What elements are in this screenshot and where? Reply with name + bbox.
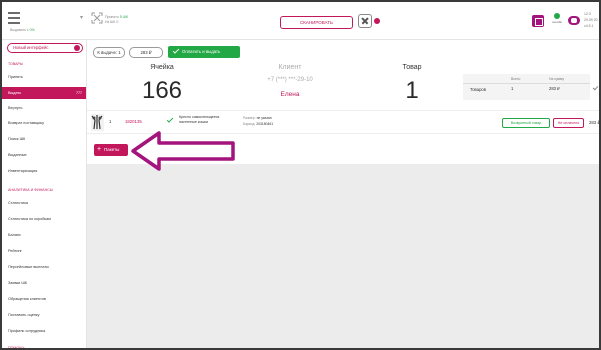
hamburger-menu-icon[interactable] (8, 12, 22, 24)
row-barcode-label: Баркод: (243, 122, 256, 126)
row-size: Размер: не указан (243, 116, 272, 120)
topbar-subtitle-value: 0% (29, 28, 35, 32)
scanner-icon (91, 12, 103, 24)
packages-button[interactable]: + Пакеты (94, 144, 128, 156)
total-sum-chip[interactable]: 283 ₽ (129, 47, 163, 58)
client-label: Клиент (278, 64, 302, 71)
sidebar-item-issued[interactable]: Выданные (8, 153, 27, 157)
sidebar-item-return[interactable]: Вернуть (8, 106, 22, 110)
row-barcode-value: 203180461 (256, 122, 274, 126)
to-issue-chip[interactable]: К выдаче: 1 (93, 47, 125, 58)
online-label: онлайн (551, 20, 563, 24)
cell-value: 166 (141, 77, 183, 104)
chevron-down-icon[interactable]: ▾ (80, 14, 83, 21)
topbar-subtitle: Выдавать с 0% (10, 28, 35, 32)
summary-divider (463, 83, 590, 84)
info-icon (74, 45, 80, 51)
product-thumbnail (91, 114, 104, 131)
client-phone: +7 (***) ***-29-10 (267, 77, 313, 83)
version-text: v4.5.1 (584, 24, 594, 28)
notification-dot (374, 18, 380, 24)
stat-accepted-value: 5 ШК (119, 15, 128, 19)
sidebar-section-analytics: Аналитика и финансы (8, 188, 53, 192)
stat-from-barcodes-label: Из ШК (105, 20, 116, 24)
stat-from-barcodes: Из ШК 0 (105, 20, 118, 24)
stat-accepted: Принято 5 ШК (105, 15, 128, 19)
summary-sum-value: 283 ₽ (549, 86, 560, 91)
sidebar-item-issue-badge: 777 (76, 91, 82, 95)
cell-label: Ячейка (150, 64, 174, 71)
main-area: К выдаче: 1 283 ₽ Оплатить и выдать Ячей… (87, 40, 601, 348)
new-interface-button[interactable]: Новый интерфейс (7, 43, 83, 53)
sidebar-item-accept[interactable]: Принять (8, 75, 23, 79)
sidebar-item-barcode-search[interactable]: Поиск ШК (8, 137, 25, 141)
goods-count-value: 1 (405, 77, 419, 104)
annotation-arrow (131, 131, 235, 171)
sidebar-item-profile[interactable]: Профиль сотрудника (8, 329, 45, 333)
new-interface-label: Новый интерфейс (13, 45, 49, 50)
sidebar-section-goods: Товары (8, 62, 24, 66)
goods-label: Товар (402, 64, 422, 71)
sidebar-item-balance[interactable]: Баланс (8, 233, 21, 237)
row-item-name: Кресло самоклеющееся настенные кошки (179, 115, 220, 124)
sidebar-item-rate[interactable]: Поставить оценку (8, 313, 40, 317)
summary-head-sum: На сумму (549, 77, 565, 81)
sidebar-item-issue[interactable]: Выдать 777 (2, 87, 86, 99)
row-index: 1 (109, 119, 112, 124)
plus-icon: + (97, 146, 102, 153)
sidebar-item-inventory[interactable]: Инвентаризация (8, 169, 37, 173)
app-window: ▾ Выдавать с 0% Принято 5 ШК Из ШК 0 СКА… (0, 0, 601, 350)
sidebar-item-supplier-return[interactable]: Возврат поставщику (8, 121, 44, 125)
row-article[interactable]: 1820135 (125, 119, 142, 124)
return-item-button[interactable]: Возвратный товар (502, 118, 550, 128)
online-dot-icon (554, 13, 560, 19)
summary-head-total: Всего: (511, 77, 521, 81)
sidebar-item-rating[interactable]: Рейтинг (8, 249, 22, 253)
date-text: 29.09.20 (584, 18, 598, 22)
summary-total-value: 1 (511, 86, 514, 91)
online-status: онлайн (550, 13, 564, 24)
sidebar-item-payouts[interactable]: Персейловые выплаты (8, 265, 49, 269)
scan-button[interactable]: СКАНИРОВАТЬ (280, 16, 353, 29)
sidebar-item-customer-requests[interactable]: Обращения клиентов (8, 297, 46, 301)
packages-label: Пакеты (104, 147, 120, 152)
summary-check-icon (592, 84, 599, 91)
check-icon (172, 47, 180, 54)
sidebar-item-statistics[interactable]: Статистика (8, 201, 28, 205)
row-price: 283 ₽ (589, 120, 601, 125)
sidebar-item-barcode-requests[interactable]: Заявки ШК (8, 281, 27, 285)
row-check-icon (166, 116, 174, 123)
close-scan-icon[interactable] (358, 14, 372, 28)
sidebar-section-help: Помощь (8, 346, 25, 350)
printer-icon[interactable] (568, 16, 580, 25)
grid-icon[interactable] (532, 15, 544, 27)
topbar-subtitle-prefix: Выдавать с (10, 28, 29, 32)
sidebar: Новый интерфейс Товары Принять Выдать 77… (2, 40, 87, 350)
row-size-label: Размер: (243, 116, 256, 120)
client-name: Елена (280, 91, 300, 98)
top-bar: ▾ Выдавать с 0% Принято 5 ШК Из ШК 0 СКА… (2, 2, 599, 40)
row-size-value: не указан (256, 116, 272, 120)
clock-text: 12:3 (584, 12, 591, 16)
pay-and-issue-button[interactable]: Оплатить и выдать (168, 46, 240, 58)
stat-accepted-label: Принято (105, 15, 119, 19)
row-barcode: Баркод: 203180461 (243, 122, 273, 126)
summary-row-label: Товаров (470, 87, 486, 92)
not-paid-button[interactable]: Не оплачено (553, 118, 584, 128)
stat-from-barcodes-value: 0 (116, 20, 119, 24)
sidebar-item-box-statistics[interactable]: Статистика по коробкам (8, 217, 51, 221)
pay-and-issue-label: Оплатить и выдать (182, 49, 221, 54)
sidebar-item-issue-label: Выдать (8, 91, 22, 95)
